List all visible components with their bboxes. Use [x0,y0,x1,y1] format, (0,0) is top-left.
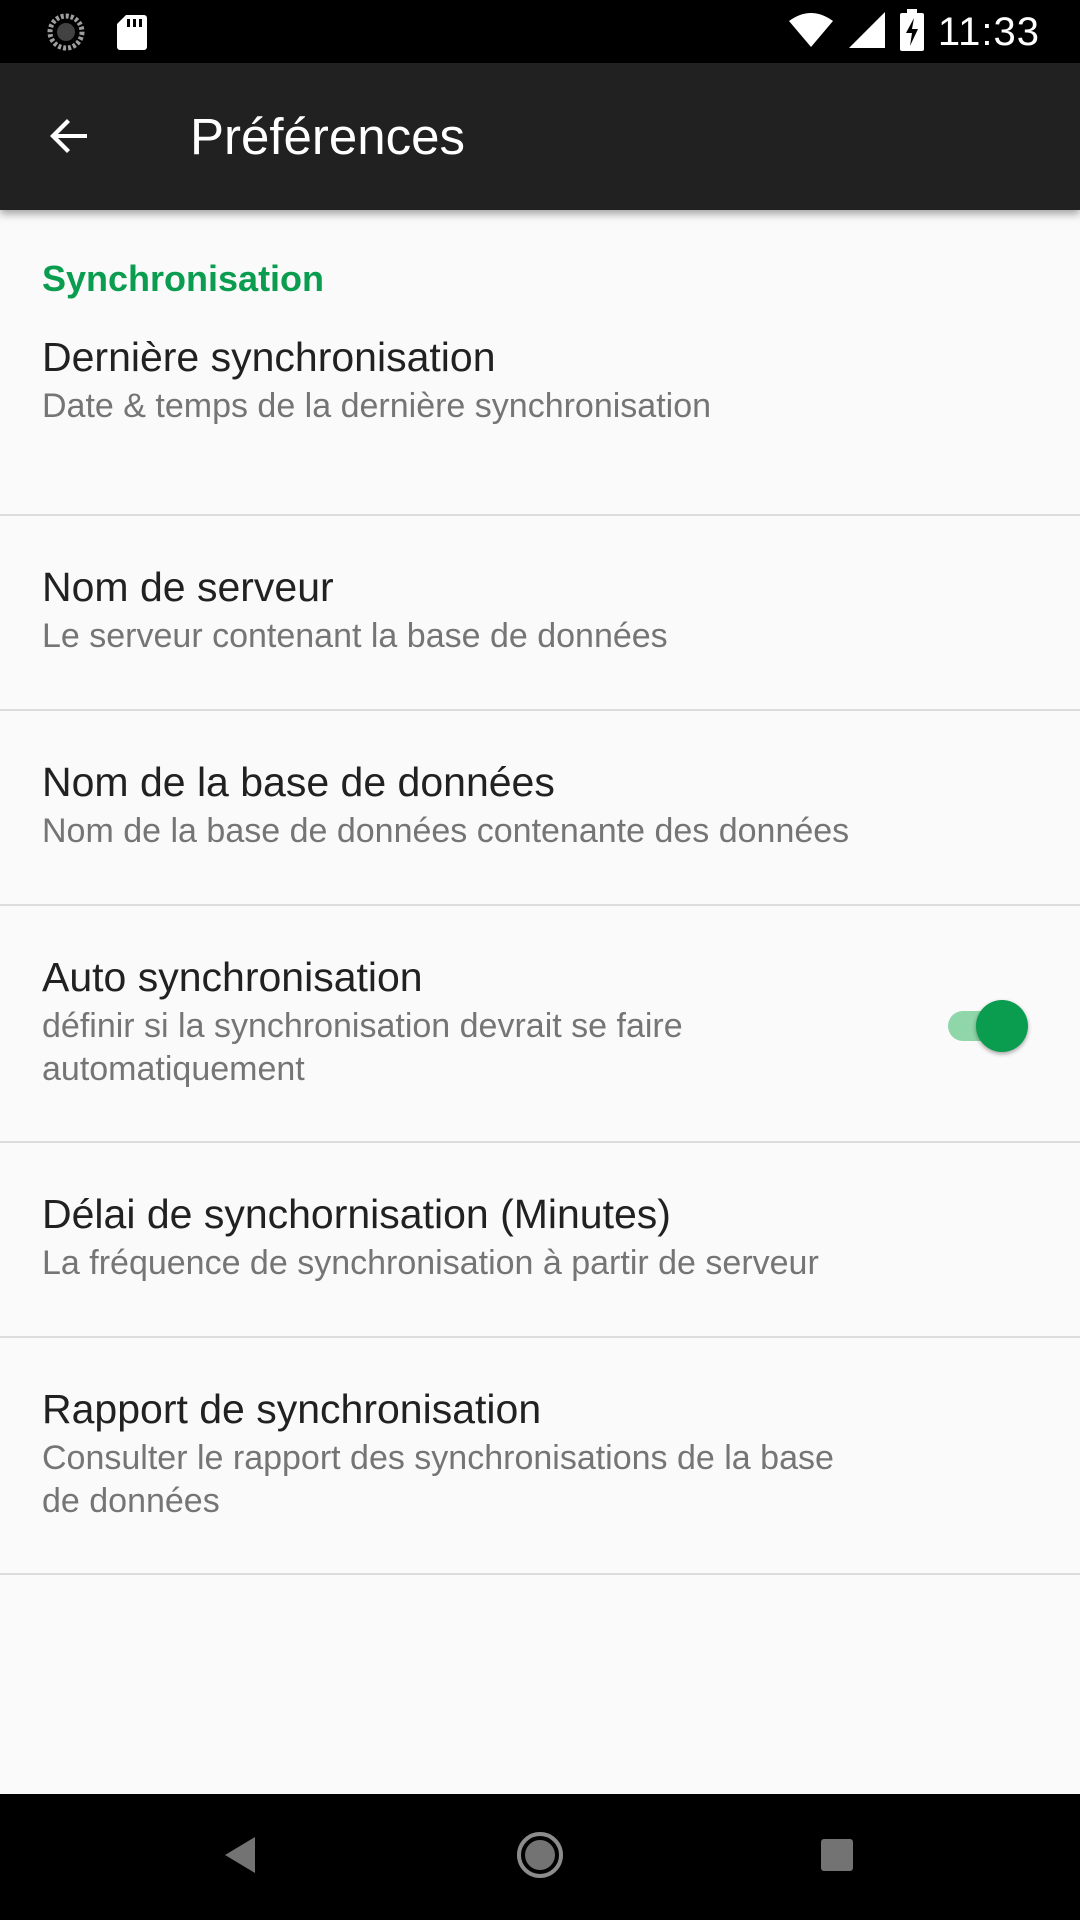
status-left-icons [46,12,148,57]
nav-home-button[interactable] [507,1824,573,1890]
pref-title: Auto synchronisation [42,954,423,1000]
app-bar: Préférences [0,63,1080,210]
pref-summary: Date & temps de la dernière synchronisat… [42,387,712,425]
preferences-list: Synchronisation Dernière synchronisation… [0,210,1080,1575]
pref-summary: La fréquence de synchronisation à partir… [42,1244,819,1282]
nav-back-icon [223,1835,259,1880]
pref-title: Rapport de synchronisation [42,1386,542,1432]
pref-summary: Nom de la base de données contenante des… [42,812,850,850]
nav-home-icon [515,1830,565,1885]
pref-sync-delay[interactable]: Délai de synchornisation (Minutes) La fr… [0,1143,1080,1338]
pref-title: Nom de serveur [42,564,334,610]
nav-back-button[interactable] [208,1824,274,1890]
pref-summary: définir si la synchronisation devrait se… [42,1007,683,1088]
pref-last-sync[interactable]: Dernière synchronisation Date & temps de… [0,321,1080,516]
navigation-bar [0,1794,1080,1920]
nav-recents-button[interactable] [804,1824,870,1890]
arrow-back-icon [45,112,93,165]
page-title: Préférences [190,108,465,165]
status-time: 11:33 [937,9,1040,54]
status-right-icons: 11:33 [788,8,1040,56]
switch-thumb [976,1000,1028,1052]
pref-sync-report[interactable]: Rapport de synchronisation Consulter le … [0,1338,1080,1575]
status-bar: 11:33 [0,0,1080,63]
pref-database-name[interactable]: Nom de la base de données Nom de la base… [0,711,1080,906]
battery-charging-icon [899,8,924,56]
category-title: Synchronisation [42,258,325,299]
pref-auto-sync[interactable]: Auto synchronisation définir si la synch… [0,906,1080,1143]
wifi-icon [788,12,834,53]
back-button[interactable] [34,103,104,173]
auto-sync-switch[interactable] [944,999,1028,1053]
pref-server-name[interactable]: Nom de serveur Le serveur contenant la b… [0,516,1080,711]
nav-recents-icon [820,1838,854,1877]
pref-summary: Le serveur contenant la base de données [42,617,668,655]
pref-summary: Consulter le rapport des synchronisation… [42,1439,834,1520]
pref-title: Nom de la base de données [42,759,555,805]
loading-circle-icon [46,12,86,57]
signal-icon [848,11,886,54]
pref-title: Dernière synchronisation [42,334,496,380]
sd-card-icon [116,13,148,56]
pref-title: Délai de synchornisation (Minutes) [42,1191,671,1237]
